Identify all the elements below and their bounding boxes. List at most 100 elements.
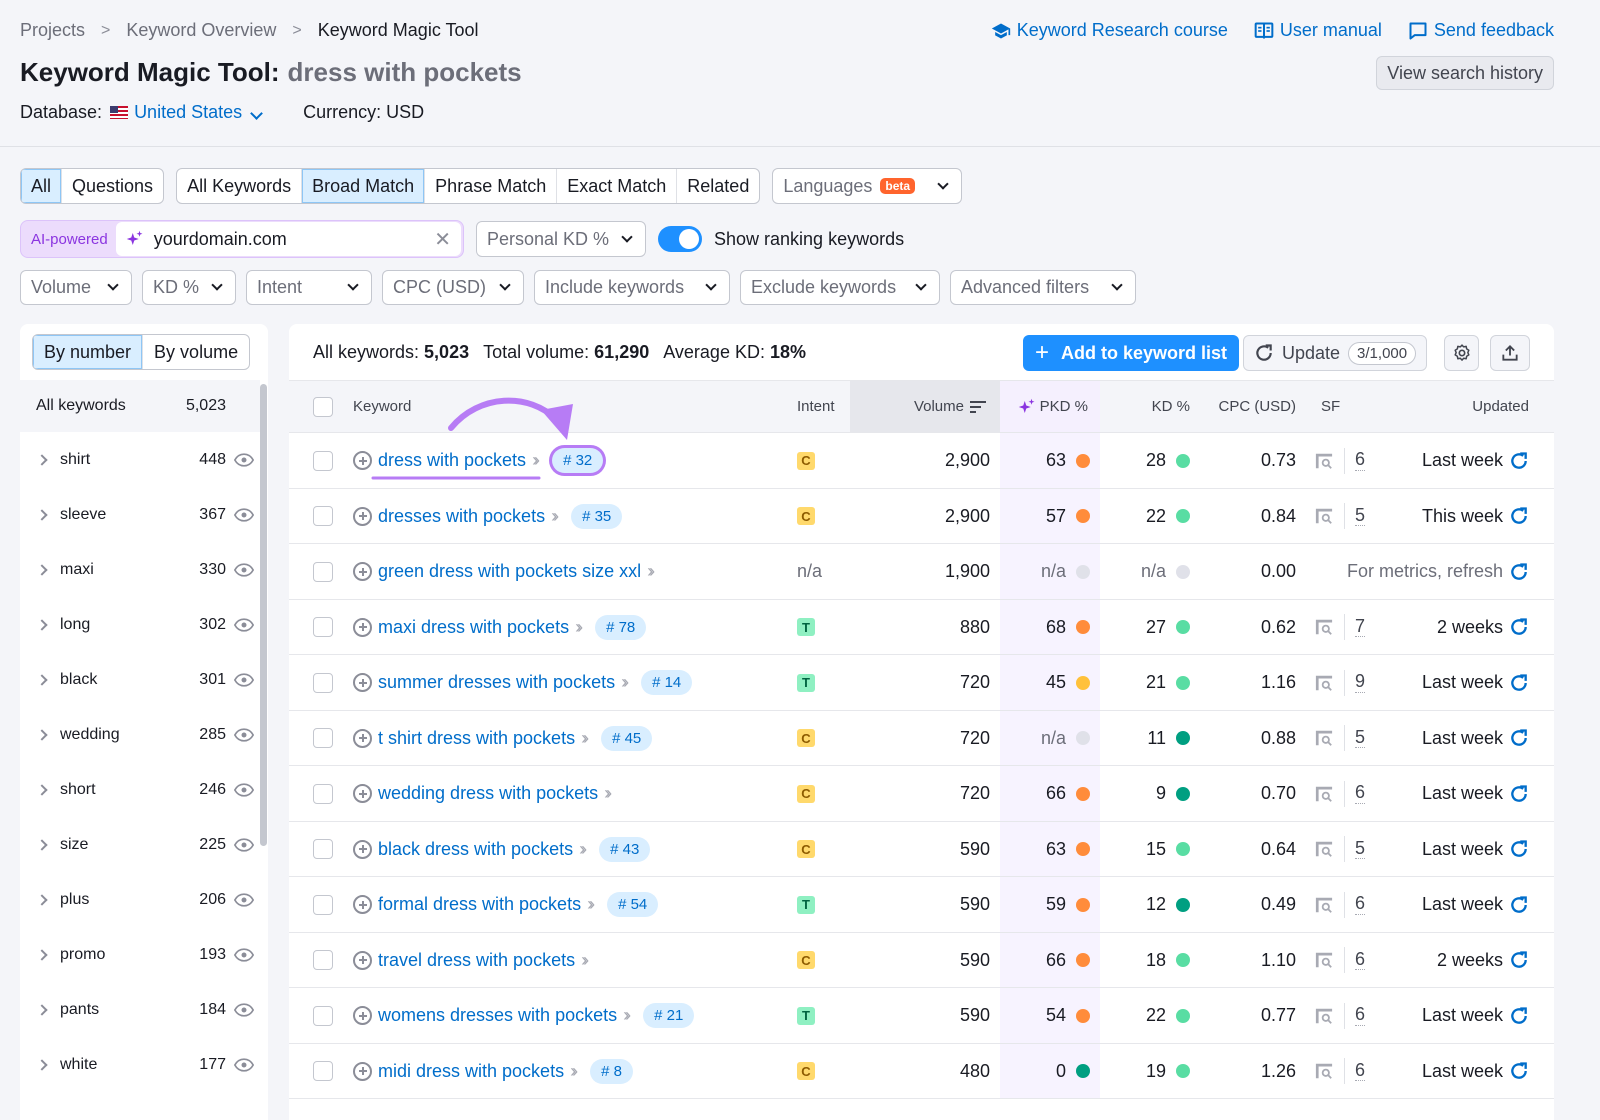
chevron-right-icon[interactable] — [36, 508, 48, 521]
group-item-short[interactable]: short 246 — [20, 762, 260, 817]
eye-icon[interactable] — [234, 782, 254, 797]
update-button[interactable]: Update 3/1,000 — [1243, 335, 1428, 371]
add-keyword-icon[interactable] — [353, 1061, 372, 1081]
intent-badge[interactable]: C — [797, 451, 815, 470]
ranking-position-badge[interactable]: # 54 — [607, 892, 659, 917]
ranking-position-badge[interactable]: # 32 — [552, 448, 604, 473]
intent-badge[interactable]: C — [797, 729, 815, 747]
keyword-link[interactable]: womens dresses with pockets — [378, 1005, 617, 1026]
add-keyword-icon[interactable] — [353, 839, 372, 859]
keyword-link[interactable]: summer dresses with pockets — [378, 672, 615, 693]
keyword-details-icon[interactable]: ›› — [647, 561, 655, 582]
eye-icon[interactable] — [234, 452, 254, 467]
chevron-right-icon[interactable] — [36, 1058, 48, 1071]
intent-filter[interactable]: Intent — [246, 270, 372, 305]
group-item-shirt[interactable]: shirt 448 — [20, 432, 260, 487]
intent-badge[interactable]: T — [797, 1006, 815, 1025]
cpc-filter[interactable]: CPC (USD) — [382, 270, 524, 305]
row-checkbox[interactable] — [313, 617, 333, 637]
ranking-position-badge[interactable]: # 21 — [643, 1003, 695, 1028]
select-all-checkbox[interactable] — [313, 396, 333, 417]
add-keyword-icon[interactable] — [353, 950, 372, 970]
refresh-icon[interactable] — [1509, 562, 1529, 582]
keyword-link[interactable]: t shirt dress with pockets — [378, 728, 575, 749]
send-feedback-link[interactable]: Send feedback — [1408, 20, 1554, 41]
refresh-icon[interactable] — [1509, 451, 1529, 471]
header-cpc[interactable]: CPC (USD) — [1189, 381, 1297, 432]
keyword-link[interactable]: midi dress with pockets — [378, 1061, 564, 1082]
ranking-position-badge[interactable]: # 45 — [601, 725, 653, 751]
chevron-right-icon[interactable] — [36, 618, 48, 631]
row-checkbox[interactable] — [313, 450, 333, 471]
keyword-research-course-link[interactable]: Keyword Research course — [991, 20, 1228, 41]
keyword-link[interactable]: black dress with pockets — [378, 839, 573, 860]
keyword-details-icon[interactable]: ›› — [570, 1061, 578, 1082]
group-item-maxi[interactable]: maxi 330 — [20, 542, 260, 597]
keyword-link[interactable]: maxi dress with pockets — [378, 617, 569, 638]
header-kd[interactable]: KD % — [1100, 381, 1190, 432]
intent-badge[interactable]: C — [797, 507, 815, 525]
exclude-keywords-filter[interactable]: Exclude keywords — [740, 270, 940, 305]
refresh-icon[interactable] — [1509, 1006, 1529, 1026]
header-keyword[interactable]: Keyword — [353, 381, 411, 432]
advanced-filters[interactable]: Advanced filters — [950, 270, 1136, 305]
add-keyword-icon[interactable] — [353, 617, 372, 637]
group-item-wedding[interactable]: wedding 285 — [20, 707, 260, 762]
eye-icon[interactable] — [234, 837, 254, 852]
row-checkbox[interactable] — [313, 783, 333, 804]
chevron-right-icon[interactable] — [36, 1003, 48, 1016]
languages-dropdown[interactable]: Languages beta — [772, 168, 963, 204]
keyword-details-icon[interactable]: ›› — [587, 894, 595, 915]
domain-input[interactable]: yourdomain.com ✕ — [115, 222, 461, 256]
include-keywords-filter[interactable]: Include keywords — [534, 270, 730, 305]
intent-badge[interactable]: C — [797, 1062, 815, 1080]
ranking-position-badge[interactable]: # 8 — [590, 1058, 633, 1084]
row-checkbox[interactable] — [313, 950, 333, 970]
header-volume[interactable]: Volume — [850, 381, 1000, 432]
row-checkbox[interactable] — [313, 561, 333, 582]
add-keyword-icon[interactable] — [353, 784, 372, 803]
tab-phrase-match[interactable]: Phrase Match — [424, 169, 556, 203]
tab-all[interactable]: All — [21, 169, 62, 203]
row-checkbox[interactable] — [313, 1061, 333, 1081]
chevron-right-icon[interactable] — [36, 948, 48, 961]
keyword-details-icon[interactable]: ›› — [604, 783, 612, 804]
add-keyword-icon[interactable] — [353, 728, 372, 748]
eye-icon[interactable] — [234, 562, 254, 577]
refresh-icon[interactable] — [1509, 617, 1529, 637]
eye-icon[interactable] — [234, 727, 254, 742]
chevron-right-icon[interactable] — [36, 673, 48, 686]
keyword-link[interactable]: travel dress with pockets — [378, 950, 575, 971]
add-keyword-icon[interactable] — [353, 562, 372, 581]
keyword-details-icon[interactable]: ›› — [579, 839, 587, 860]
ranking-position-badge[interactable]: # 78 — [595, 614, 647, 640]
group-item-size[interactable]: size 225 — [20, 817, 260, 872]
add-keyword-icon[interactable] — [353, 1006, 372, 1025]
volume-filter[interactable]: Volume — [20, 270, 132, 305]
ranking-position-badge[interactable]: # 43 — [599, 836, 651, 862]
keyword-link[interactable]: green dress with pockets size xxl — [378, 561, 641, 582]
add-keyword-icon[interactable] — [353, 451, 372, 470]
tab-related[interactable]: Related — [676, 169, 759, 203]
keyword-details-icon[interactable]: ›› — [623, 1005, 631, 1026]
add-keyword-icon[interactable] — [353, 506, 372, 526]
intent-badge[interactable]: T — [797, 673, 815, 692]
clear-icon[interactable]: ✕ — [434, 227, 451, 252]
keyword-details-icon[interactable]: ›› — [581, 728, 589, 749]
refresh-icon[interactable] — [1509, 950, 1529, 970]
keyword-link[interactable]: formal dress with pockets — [378, 894, 581, 915]
eye-icon[interactable] — [234, 672, 254, 687]
tab-by-volume[interactable]: By volume — [142, 335, 249, 369]
group-item-black[interactable]: black 301 — [20, 652, 260, 707]
breadcrumb-projects[interactable]: Projects — [20, 20, 85, 41]
keyword-link[interactable]: dresses with pockets — [378, 506, 545, 527]
refresh-icon[interactable] — [1509, 673, 1529, 693]
keyword-details-icon[interactable]: ›› — [621, 672, 629, 693]
chevron-right-icon[interactable] — [36, 783, 48, 796]
eye-icon[interactable] — [234, 507, 254, 522]
all-keywords-group[interactable]: All keywords 5,023 — [20, 380, 260, 432]
row-checkbox[interactable] — [313, 672, 333, 693]
add-to-keyword-list-button[interactable]: + Add to keyword list — [1023, 335, 1240, 371]
ranking-position-badge[interactable]: # 14 — [641, 670, 693, 695]
ranking-position-badge[interactable]: # 35 — [571, 503, 623, 529]
